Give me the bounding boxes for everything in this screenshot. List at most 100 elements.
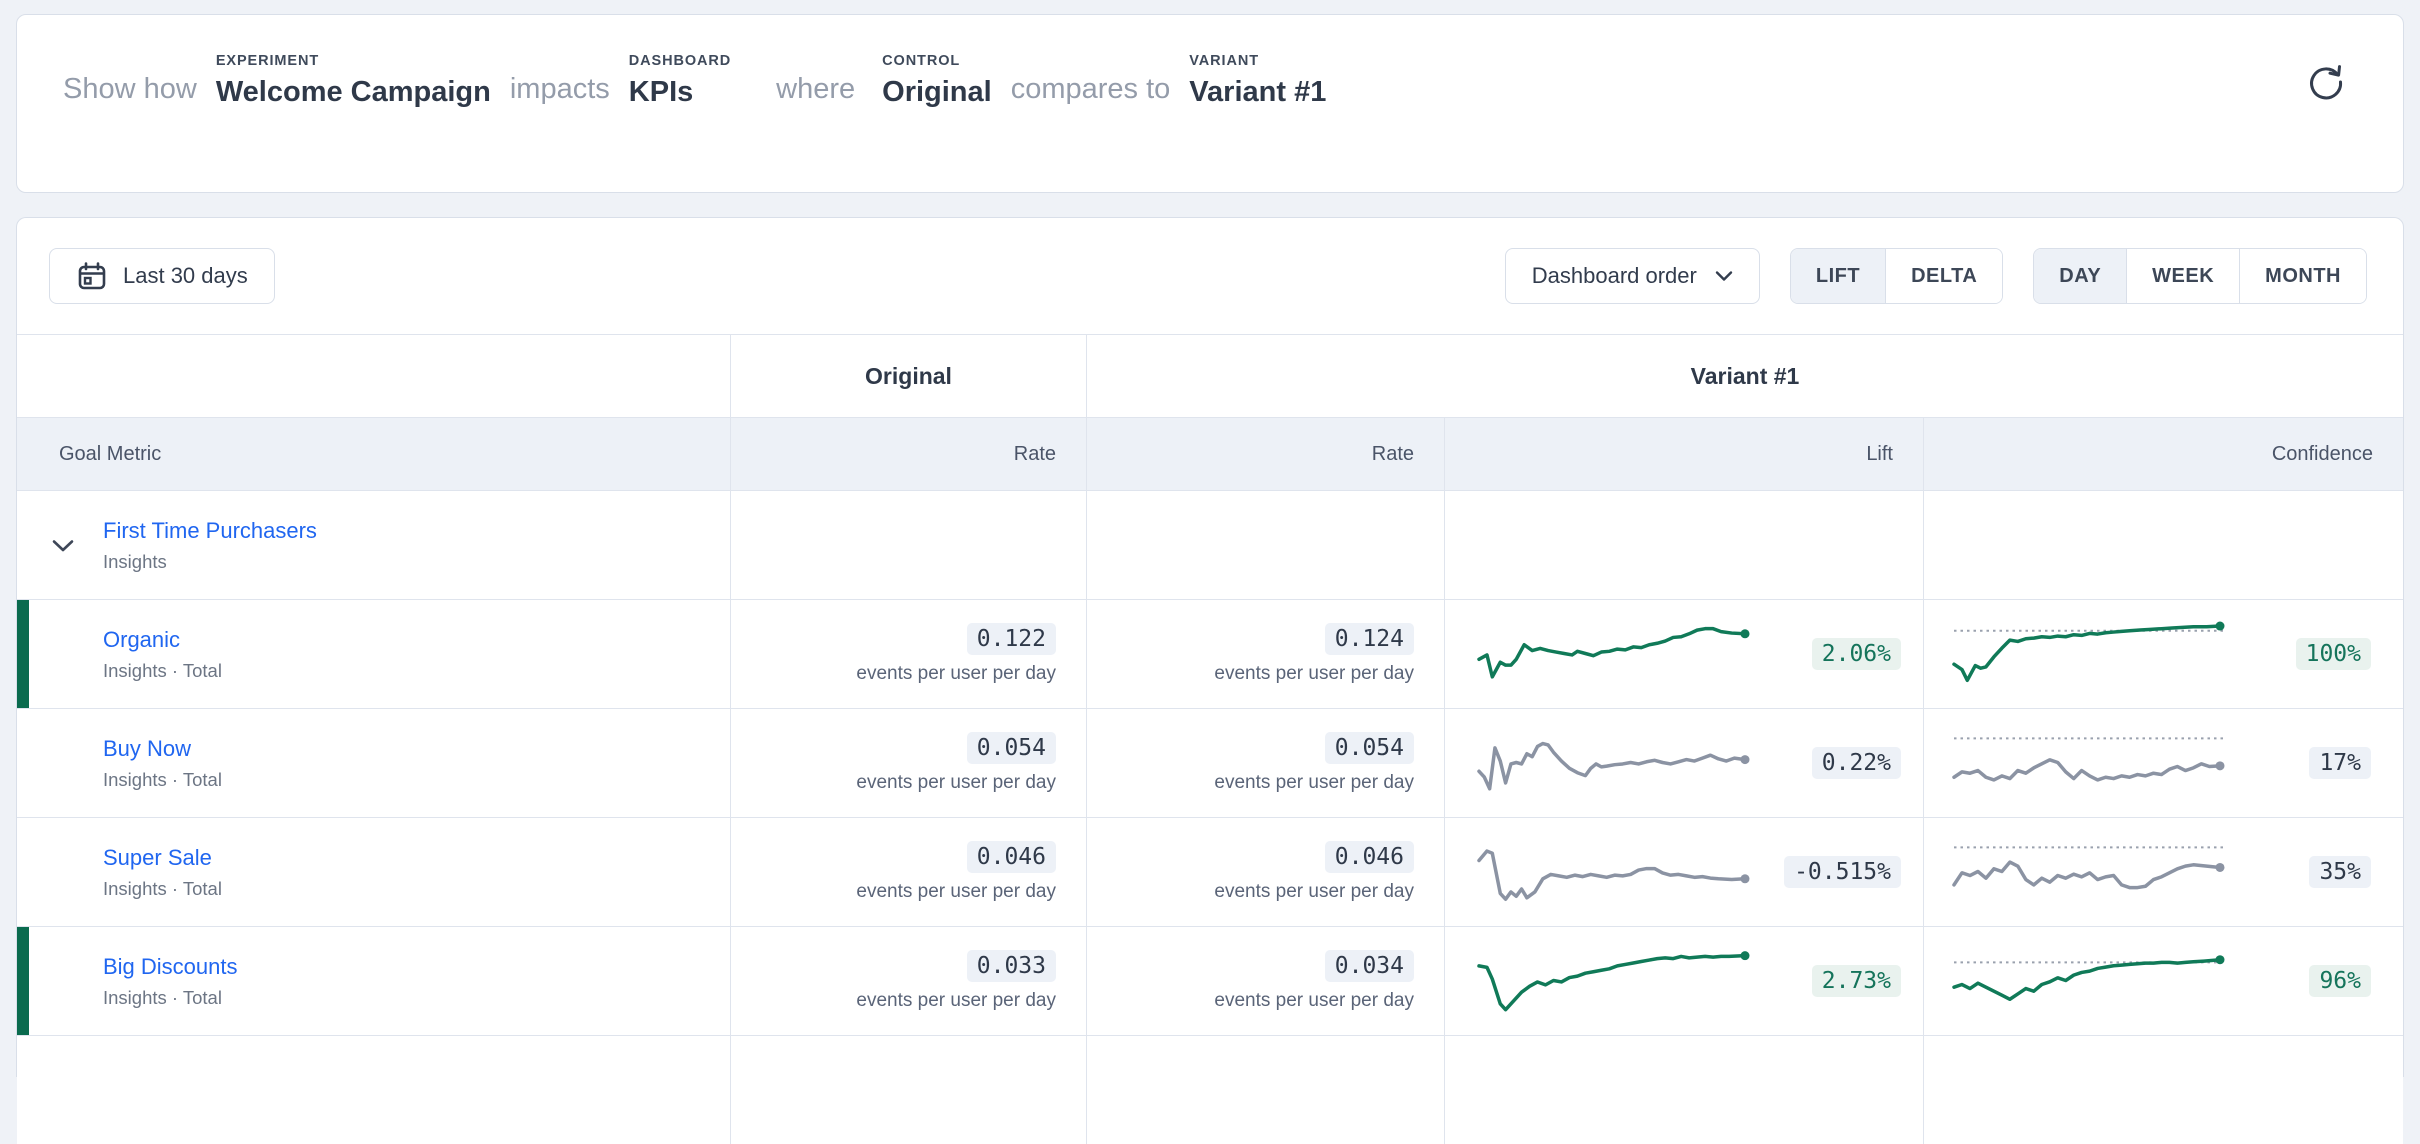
chevron-down-icon: [51, 538, 75, 554]
rate-value: 0.124: [1325, 623, 1414, 655]
param-value-variant[interactable]: Variant #1: [1189, 76, 1326, 109]
refresh-icon: [2303, 59, 2349, 105]
toggle-day[interactable]: DAY: [2034, 249, 2126, 303]
column-header-confidence: Confidence: [1923, 418, 2403, 490]
rate-unit: events per user per day: [1214, 881, 1414, 903]
experiment-header-card: Show howEXPERIMENTWelcome Campaignimpact…: [16, 14, 2404, 193]
confidence-value: 35%: [2309, 856, 2371, 888]
empty-cell: [730, 491, 1086, 599]
original-rate-cell: 0.122 events per user per day: [730, 600, 1086, 708]
significance-accent-bar: [17, 600, 29, 708]
confidence-sparkline: [1950, 615, 2228, 693]
toggle-week[interactable]: WEEK: [2126, 249, 2239, 303]
original-rate-cell: 0.046 events per user per day: [730, 818, 1086, 926]
refresh-button[interactable]: [2303, 59, 2349, 105]
rate-value: 0.046: [967, 841, 1056, 873]
dashboard-order-label: Dashboard order: [1532, 263, 1697, 289]
header-sentence: Show howEXPERIMENTWelcome Campaignimpact…: [63, 53, 1326, 109]
rate-value: 0.046: [1325, 841, 1414, 873]
lift-sparkline: [1475, 721, 1753, 805]
group-header-spacer: [17, 335, 730, 417]
param-label-dashboard: DASHBOARD: [629, 53, 731, 69]
confidence-sparkline: [1950, 942, 2228, 1020]
date-range-label: Last 30 days: [123, 263, 248, 289]
rate-unit: events per user per day: [856, 772, 1056, 794]
calendar-icon: [76, 260, 108, 292]
sentence-connector: Show how: [63, 73, 197, 109]
toggle-month[interactable]: MONTH: [2239, 249, 2366, 303]
confidence-sparkline: [1950, 833, 2228, 911]
variant-rate-cell: 0.054events per user per day: [1086, 709, 1444, 817]
table-row-partial: [17, 1036, 2403, 1144]
metric-name-link[interactable]: Super Sale: [103, 845, 212, 871]
column-header-goal: Goal Metric: [17, 418, 730, 490]
confidence-cell: 17%: [1923, 709, 2403, 817]
rate-unit: events per user per day: [1214, 663, 1414, 685]
empty-cell: [1923, 491, 2403, 599]
variant-rate-cell: 0.046 events per user per day: [1086, 818, 1444, 926]
dashboard-order-button[interactable]: Dashboard order: [1505, 248, 1760, 304]
lift-cell: -0.515%: [1444, 818, 1923, 926]
metric-name-link[interactable]: Big Discounts: [103, 954, 238, 980]
column-header-variant-rate: Rate: [1086, 418, 1444, 490]
metric-subtitle: Insights · Total: [103, 878, 730, 900]
metric-name-link[interactable]: First Time Purchasers: [103, 518, 317, 544]
toolbar-right: Dashboard order LIFTDELTA DAYWEEKMONTH: [1505, 248, 2367, 304]
table-row-first-time-purchasers: First Time Purchasers Insights: [17, 491, 2403, 600]
empty-cell: [730, 1036, 1086, 1144]
rate-value: 0.033: [967, 950, 1056, 982]
expand-collapse-button[interactable]: [51, 536, 77, 556]
empty-cell: [1444, 491, 1923, 599]
rate-unit: events per user per day: [1214, 990, 1414, 1012]
variant-rate-cell: 0.034 events per user per day: [1086, 927, 1444, 1035]
goal-metric-cell: Big Discounts Insights · Total: [17, 927, 730, 1035]
metric-subtitle: Insights · Total: [103, 660, 730, 682]
goal-metric-cell: First Time Purchasers Insights: [17, 491, 730, 599]
sentence-connector: where: [776, 73, 855, 109]
lift-cell: 0.22%: [1444, 709, 1923, 817]
lift-sparkline: [1475, 612, 1753, 696]
group-header-variant: Variant #1: [1086, 335, 2403, 417]
goal-metric-cell: Super Sale Insights · Total: [17, 818, 730, 926]
param-value-experiment[interactable]: Welcome Campaign: [216, 76, 491, 109]
significance-accent-bar: [17, 927, 29, 1035]
lift-delta-toggle: LIFTDELTA: [1790, 248, 2003, 304]
variant-rate-cell: 0.124 events per user per day: [1086, 600, 1444, 708]
metric-subtitle: Insights · Total: [103, 987, 730, 1009]
lift-cell: 2.73%: [1444, 927, 1923, 1035]
dashboard-card: Last 30 days Dashboard order LIFTDELTA D…: [16, 217, 2404, 1077]
goal-metric-cell: Buy NowInsights · Total: [17, 709, 730, 817]
rate-unit: events per user per day: [856, 881, 1056, 903]
metric-subtitle: Insights: [103, 551, 730, 573]
toggle-lift[interactable]: LIFT: [1791, 249, 1885, 303]
toggle-delta[interactable]: DELTA: [1885, 249, 2002, 303]
empty-cell: [1086, 1036, 1444, 1144]
sentence-param-dashboard: DASHBOARD KPIs: [629, 53, 731, 109]
param-label-control: CONTROL: [882, 53, 992, 69]
param-value-control[interactable]: Original: [882, 76, 992, 109]
date-range-button[interactable]: Last 30 days: [49, 248, 275, 304]
rate-value: 0.122: [967, 623, 1056, 655]
param-value-dashboard[interactable]: KPIs: [629, 76, 731, 109]
table-row-big-discounts: Big Discounts Insights · Total 0.033 events…: [17, 927, 2403, 1036]
group-header-control: Original: [730, 335, 1086, 417]
rate-unit: events per user per day: [856, 663, 1056, 685]
rate-value: 0.054: [1325, 732, 1414, 764]
table-row-buy-now: Buy NowInsights · Total0.054events per u…: [17, 709, 2403, 818]
chevron-down-icon: [1715, 270, 1733, 282]
metric-name-link[interactable]: Buy Now: [103, 736, 191, 762]
lift-value: 2.73%: [1812, 965, 1901, 997]
confidence-sparkline: [1950, 724, 2228, 802]
sentence-param-variant: VARIANTVariant #1: [1189, 53, 1326, 109]
rate-value: 0.054: [967, 732, 1056, 764]
metric-name-link[interactable]: Organic: [103, 627, 180, 653]
confidence-cell: 96%: [1923, 927, 2403, 1035]
param-label-experiment: EXPERIMENT: [216, 53, 491, 69]
rate-unit: events per user per day: [856, 990, 1056, 1012]
original-rate-cell: 0.033 events per user per day: [730, 927, 1086, 1035]
confidence-cell: 35%: [1923, 818, 2403, 926]
rate-value: 0.034: [1325, 950, 1414, 982]
empty-cell: [17, 1036, 730, 1144]
lift-value: 0.22%: [1812, 747, 1901, 779]
lift-cell: 2.06%: [1444, 600, 1923, 708]
